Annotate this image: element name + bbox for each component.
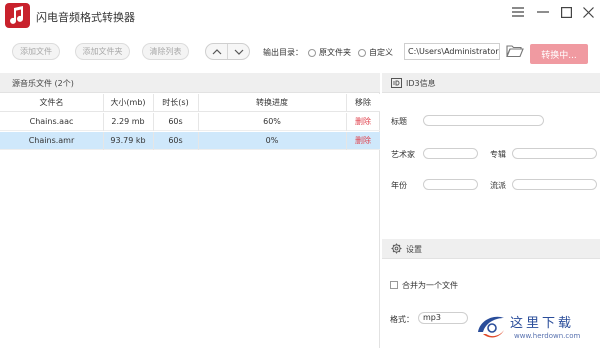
file-progress: 0%: [265, 136, 279, 145]
reorder-buttons: [205, 43, 250, 60]
folder-open-icon[interactable]: [506, 44, 524, 60]
table-header: 文件名 大小(mb) 时长(s) 转换进度 移除: [0, 94, 380, 112]
file-size: 2.29 mb: [111, 117, 145, 126]
add-file-button[interactable]: 添加文件: [12, 43, 60, 60]
watermark-logo-icon: [478, 316, 504, 338]
merge-checkbox[interactable]: [390, 281, 398, 289]
format-select[interactable]: mp3: [418, 312, 468, 324]
convert-button[interactable]: 转换中...: [530, 44, 588, 64]
col-duration: 时长(s): [162, 98, 189, 107]
source-header: 源音乐文件 (2个): [0, 73, 380, 93]
table-row[interactable]: Chains.amr 93.79 kb 60s 0% 删除: [0, 132, 380, 150]
output-path-input[interactable]: C:\Users\Administrator: [404, 43, 500, 60]
merge-label: 合并为一个文件: [402, 281, 458, 290]
year-label: 年份: [391, 181, 407, 190]
file-size: 93.79 kb: [110, 136, 146, 145]
move-down-icon[interactable]: [227, 44, 249, 59]
radio-circle-icon: [308, 48, 316, 57]
format-label: 格式：: [390, 315, 414, 324]
source-title: 源音乐文件 (2个): [12, 79, 74, 88]
settings-header: 设置: [382, 239, 600, 259]
settings-title: 设置: [406, 245, 422, 254]
add-folder-button[interactable]: 添加文件夹: [75, 43, 130, 60]
watermark-url: www.herdown.com: [514, 332, 581, 340]
col-remove: 移除: [355, 98, 371, 107]
album-label: 专辑: [490, 150, 506, 159]
output-dir-label: 输出目录：: [263, 48, 303, 57]
artist-label: 艺术家: [391, 150, 415, 159]
app-title: 闪电音频格式转换器: [36, 11, 135, 24]
delete-link[interactable]: 删除: [346, 132, 380, 150]
gear-icon: [391, 243, 402, 254]
radio-source-folder[interactable]: 原文件夹: [308, 47, 351, 58]
genre-label: 流派: [490, 181, 506, 190]
toolbar: 添加文件 添加文件夹 清除列表 输出目录： 原文件夹 自定义 C:\Users\…: [0, 38, 600, 68]
minimize-icon[interactable]: [535, 4, 551, 20]
clear-list-button[interactable]: 清除列表: [142, 43, 189, 60]
menu-icon[interactable]: [510, 4, 526, 20]
title-label: 标题: [391, 117, 407, 126]
genre-input[interactable]: [512, 179, 597, 190]
title-bar: 闪电音频格式转换器: [0, 0, 600, 32]
music-note-icon: [10, 6, 24, 24]
source-panel: 源音乐文件 (2个) 文件名 大小(mb) 时长(s) 转换进度 移除 Chai…: [0, 73, 380, 348]
title-input[interactable]: [423, 115, 544, 126]
watermark: 这里下载 www.herdown.com: [470, 306, 600, 348]
maximize-icon[interactable]: [558, 4, 574, 20]
radio-circle-icon: [358, 48, 366, 57]
radio-custom-label: 自定义: [369, 48, 393, 57]
close-icon[interactable]: [580, 4, 596, 20]
id3-title: ID3信息: [406, 79, 436, 88]
file-progress: 60%: [263, 117, 281, 126]
col-filename: 文件名: [39, 98, 64, 107]
col-size: 大小(mb): [110, 98, 146, 107]
app-logo: [5, 3, 30, 28]
table-row[interactable]: Chains.aac 2.29 mb 60s 60% 删除: [0, 113, 380, 131]
file-duration: 60s: [168, 136, 183, 145]
radio-custom-folder[interactable]: 自定义: [358, 47, 393, 58]
file-duration: 60s: [168, 117, 183, 126]
year-input[interactable]: [423, 179, 478, 190]
artist-input[interactable]: [423, 148, 478, 159]
radio-source-label: 原文件夹: [319, 48, 351, 57]
id3-header: ID3信息: [382, 73, 600, 93]
file-name: Chains.aac: [29, 117, 74, 126]
album-input[interactable]: [512, 148, 597, 159]
move-up-icon[interactable]: [206, 44, 227, 59]
file-name: Chains.amr: [28, 136, 75, 145]
watermark-text: 这里下载: [510, 316, 575, 331]
col-progress: 转换进度: [256, 98, 288, 107]
delete-link[interactable]: 删除: [346, 113, 380, 131]
id3-icon: [391, 78, 402, 88]
